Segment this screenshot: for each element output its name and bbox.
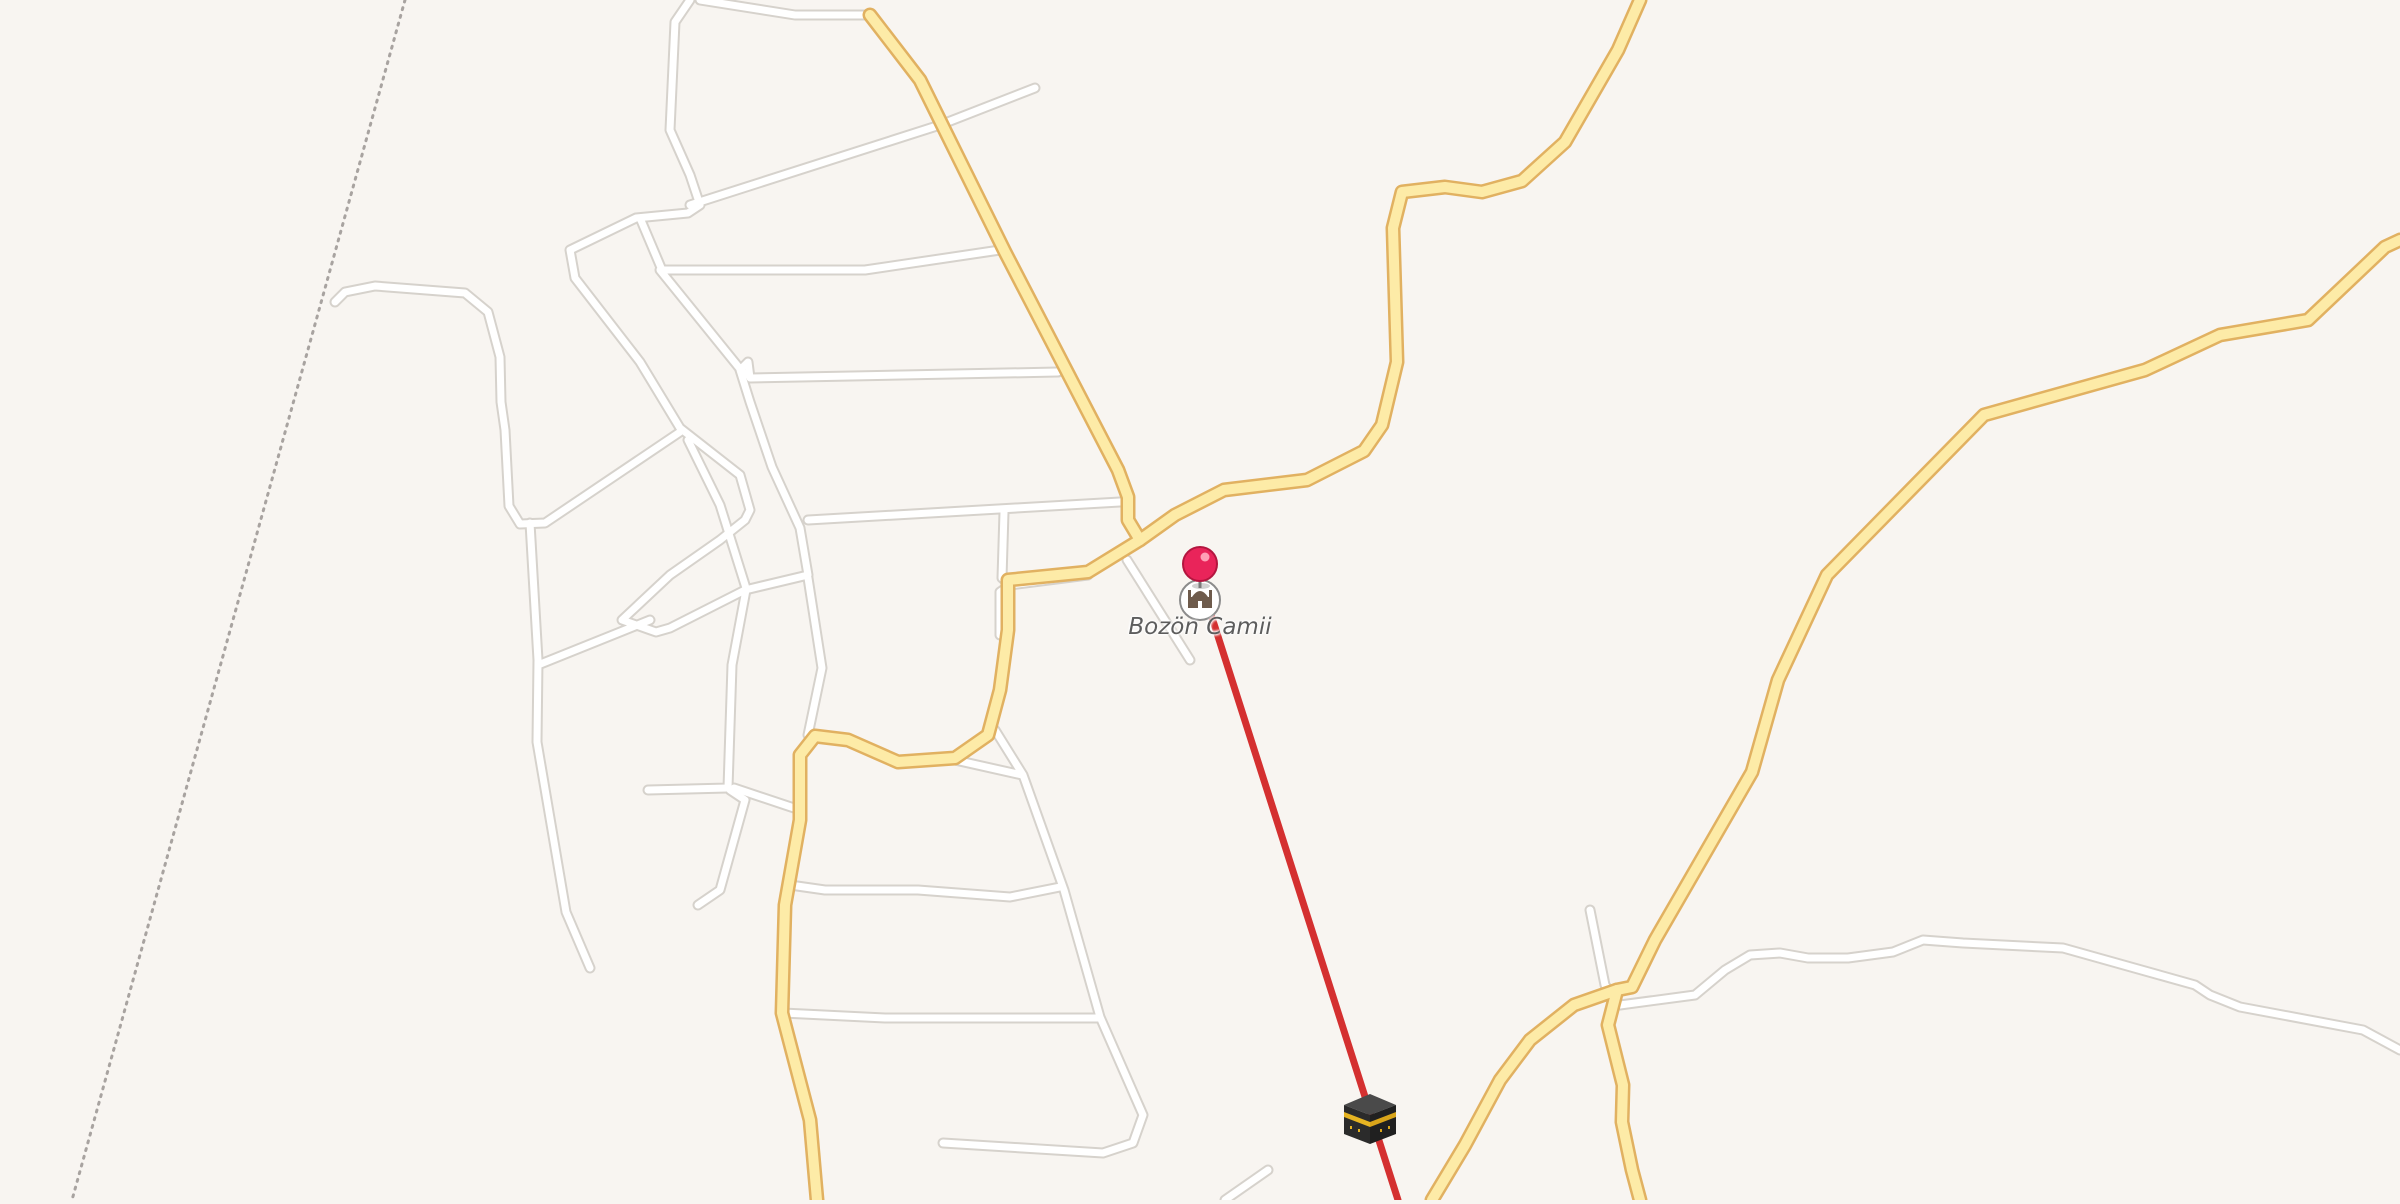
- street-network: [331, 0, 2400, 1204]
- kaaba-icon[interactable]: [1344, 1094, 1396, 1144]
- map-svg[interactable]: [0, 0, 2400, 1204]
- poi-label[interactable]: Bozön Camii: [1100, 614, 1300, 640]
- administrative-boundary: [70, 0, 407, 1202]
- map-canvas[interactable]: Bozön Camii: [0, 0, 2400, 1204]
